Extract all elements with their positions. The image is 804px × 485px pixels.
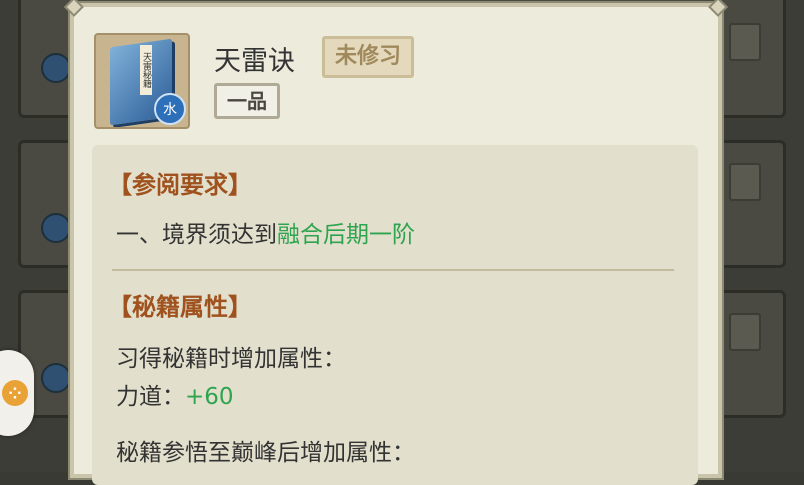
floating-menu-button[interactable]: ⁘ <box>0 350 34 436</box>
learn-bonus-label: 习得秘籍时增加属性： <box>116 346 346 372</box>
requirement-realm: 融合后期一阶 <box>277 222 415 248</box>
requirement-line: 一、境界须达到融合后期一阶 <box>116 215 415 249</box>
requirements-title: 【参阅要求】 <box>108 170 252 199</box>
background-icon <box>41 53 71 83</box>
section-divider <box>112 269 674 271</box>
skill-name: 天雷诀 <box>214 46 295 77</box>
background-tag <box>729 163 761 201</box>
peak-bonus-label: 秘籍参悟至巅峰后增加属性： <box>116 440 415 466</box>
background-icon <box>41 363 71 393</box>
learn-status-badge: 未修习 <box>322 36 415 78</box>
background-icon <box>41 213 71 243</box>
stat-line: 力道：+60 <box>116 377 234 411</box>
skill-header: 天雷秘籍 水 天雷诀 未修习 一品 <box>94 33 698 133</box>
stat-value: +60 <box>185 384 234 410</box>
attributes-title: 【秘籍属性】 <box>108 292 252 321</box>
background-tag <box>729 313 761 351</box>
requirement-prefix: 一、境界须达到 <box>116 222 277 248</box>
skill-info-body: 【参阅要求】 一、境界须达到融合后期一阶 【秘籍属性】 习得秘籍时增加属性： 力… <box>92 145 698 485</box>
grade-badge: 一品 <box>214 83 280 119</box>
floating-menu-icon: ⁘ <box>2 380 28 406</box>
skill-detail-popup: 天雷秘籍 水 天雷诀 未修习 一品 【参阅要求】 一、境界须达到融合后期一阶 【… <box>64 0 728 485</box>
water-element-icon: 水 <box>154 93 186 125</box>
book-title-label: 天雷秘籍 <box>140 45 152 95</box>
stat-name: 力道： <box>116 384 185 410</box>
background-tag <box>729 23 761 61</box>
skill-book-slot: 天雷秘籍 水 <box>94 33 190 129</box>
